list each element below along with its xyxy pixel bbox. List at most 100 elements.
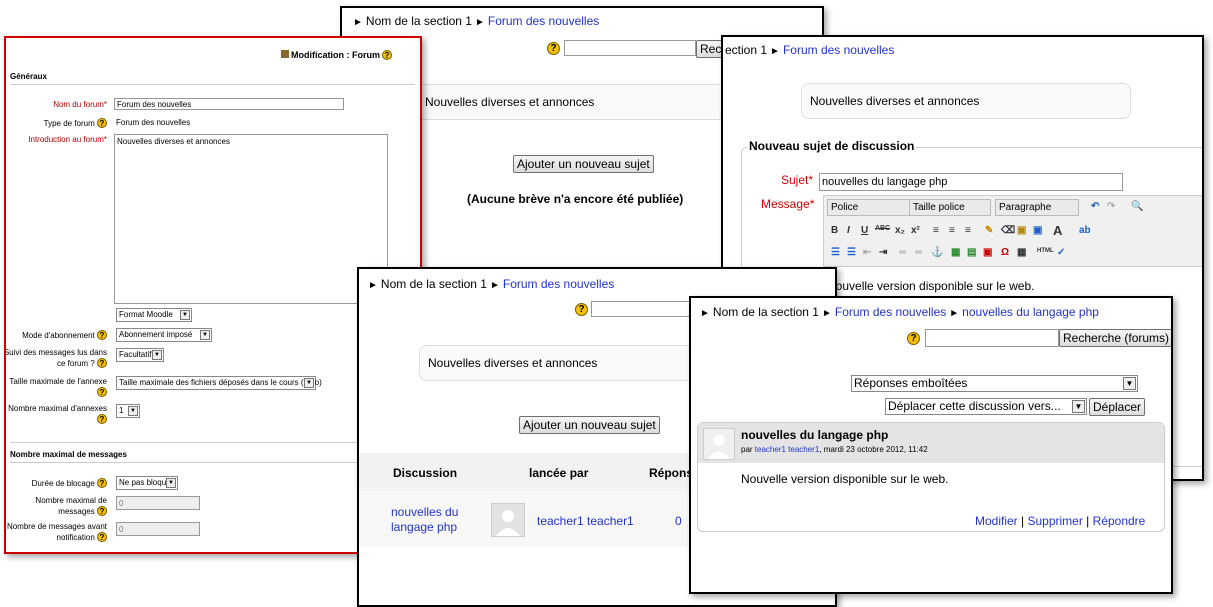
- max-messages-input[interactable]: 0: [116, 496, 200, 510]
- chevron-down-icon: ▼: [304, 378, 314, 388]
- avatar[interactable]: [491, 503, 525, 537]
- image-icon[interactable]: ▦: [951, 247, 960, 258]
- search-input[interactable]: [564, 40, 696, 56]
- triangle-icon: ►: [821, 308, 832, 319]
- empty-forum-message: (Aucune brève n'a encore été publiée): [467, 192, 684, 206]
- eraser-icon[interactable]: ⌫: [1001, 225, 1015, 236]
- chevron-down-icon: ▼: [1123, 377, 1136, 390]
- omega-icon[interactable]: Ω: [1001, 247, 1009, 258]
- help-icon[interactable]: ?: [97, 532, 107, 542]
- triangle-icon: ►: [700, 308, 710, 319]
- delete-post-link[interactable]: Supprimer: [1027, 514, 1082, 528]
- search-button[interactable]: Recherche (forums): [1059, 329, 1171, 347]
- help-icon[interactable]: ?: [97, 387, 107, 397]
- link-icon[interactable]: ∞: [899, 247, 906, 258]
- font-size-select[interactable]: Taille police: [909, 199, 991, 216]
- forum-intro-textarea[interactable]: Nouvelles diverses et annonces: [114, 134, 388, 304]
- new-topic-legend: Nouveau sujet de discussion: [747, 139, 917, 153]
- anchor-icon[interactable]: ⚓: [931, 247, 943, 258]
- help-icon[interactable]: ?: [97, 330, 107, 340]
- post-title: nouvelles du langage php: [741, 428, 889, 442]
- breadcrumb-forum-link[interactable]: Forum des nouvelles: [835, 305, 946, 319]
- bold-icon[interactable]: B: [831, 225, 838, 236]
- forum-type-label: Type de forum ?: [44, 118, 107, 128]
- superscript-icon[interactable]: x²: [911, 225, 920, 236]
- help-icon[interactable]: ?: [547, 42, 560, 55]
- undo-icon[interactable]: ↶: [1091, 201, 1099, 212]
- breadcrumb-forum-link[interactable]: Forum des nouvelles: [503, 277, 614, 291]
- breadcrumb-section[interactable]: Nom de la section 1: [713, 305, 819, 319]
- clean-icon[interactable]: ✎: [985, 225, 993, 236]
- help-icon[interactable]: ?: [575, 303, 588, 316]
- paste-word-icon[interactable]: ▣: [1033, 225, 1042, 236]
- discussion-replies-count[interactable]: 0: [675, 514, 682, 528]
- forum-type-value: Forum des nouvelles: [116, 118, 191, 127]
- paragraph-select[interactable]: Paragraphe: [995, 199, 1079, 216]
- align-center-icon[interactable]: ≡: [949, 225, 955, 236]
- subscription-mode-select[interactable]: Abonnement imposé ▼: [116, 328, 212, 342]
- subject-input[interactable]: nouvelles du langage php: [819, 173, 1123, 191]
- max-messages-label: Nombre maximal de messages ?: [35, 496, 107, 516]
- help-icon[interactable]: ?: [97, 506, 107, 516]
- help-icon[interactable]: ?: [97, 118, 107, 128]
- edit-post-link[interactable]: Modifier: [975, 514, 1018, 528]
- media-icon[interactable]: ▤: [967, 247, 976, 258]
- html-icon[interactable]: HTML: [1037, 248, 1054, 254]
- max-attachment-size-select[interactable]: Taille maximale des fichiers déposés dan…: [116, 376, 322, 390]
- italic-icon[interactable]: I: [847, 225, 850, 236]
- forum-name-input[interactable]: Forum des nouvelles: [114, 98, 344, 110]
- help-icon[interactable]: ?: [97, 478, 107, 488]
- discussion-title-link[interactable]: nouvelles du langage php: [391, 505, 458, 535]
- triangle-icon: ►: [949, 308, 960, 319]
- reply-post-link[interactable]: Répondre: [1093, 514, 1146, 528]
- breadcrumb-section[interactable]: ection 1: [725, 43, 767, 57]
- warning-count-input[interactable]: 0: [116, 522, 200, 536]
- spellcheck-icon[interactable]: ✓: [1057, 247, 1065, 258]
- font-select[interactable]: Police: [827, 199, 915, 216]
- text-color-icon[interactable]: A: [1053, 223, 1062, 238]
- breadcrumb-forum-link[interactable]: Forum des nouvelles: [783, 43, 894, 57]
- move-discussion-select[interactable]: Déplacer cette discussion vers... ▼: [885, 398, 1087, 415]
- move-button[interactable]: Déplacer: [1089, 398, 1146, 416]
- search-input[interactable]: [925, 329, 1059, 347]
- discussion-view-window: ► Nom de la section 1 ► Forum des nouvelles…: [689, 296, 1173, 594]
- find-icon[interactable]: 🔍: [1131, 201, 1143, 212]
- discussion-author-link[interactable]: teacher1 teacher1: [537, 514, 634, 528]
- max-attachments-select[interactable]: 1 ▼: [116, 404, 140, 418]
- breadcrumb-discussion-link[interactable]: nouvelles du langage php: [962, 305, 1099, 319]
- forum-intro-text: Nouvelles diverses et annonces: [810, 94, 980, 108]
- highlight-icon[interactable]: ab: [1079, 225, 1091, 236]
- breadcrumb-forum-link[interactable]: Forum des nouvelles: [488, 14, 599, 28]
- triangle-icon: ►: [770, 46, 780, 57]
- outdent-icon[interactable]: ⇤: [863, 247, 871, 258]
- help-icon[interactable]: ?: [97, 358, 107, 368]
- subscript-icon[interactable]: x₂: [895, 225, 905, 236]
- help-icon[interactable]: ?: [97, 414, 107, 424]
- bullet-list-icon[interactable]: ☰: [831, 247, 840, 258]
- moodle-media-icon[interactable]: ▣: [983, 247, 992, 258]
- underline-icon[interactable]: U: [861, 225, 868, 236]
- add-topic-button[interactable]: Ajouter un nouveau sujet: [513, 155, 654, 173]
- paste-icon[interactable]: ▣: [1017, 225, 1026, 236]
- numbered-list-icon[interactable]: ☰: [847, 247, 856, 258]
- display-mode-select[interactable]: Réponses emboîtées ▼: [851, 375, 1138, 392]
- redo-icon[interactable]: ↷: [1107, 201, 1115, 212]
- help-icon[interactable]: ?: [907, 332, 920, 345]
- read-tracking-select[interactable]: Facultatif ▼: [116, 348, 164, 362]
- align-right-icon[interactable]: ≡: [965, 225, 971, 236]
- table-icon[interactable]: ▦: [1017, 247, 1026, 258]
- warning-count-label: Nombre de messages avant notification ?: [6, 522, 107, 542]
- add-topic-button[interactable]: Ajouter un nouveau sujet: [519, 416, 660, 434]
- avatar[interactable]: [703, 428, 735, 460]
- indent-icon[interactable]: ⇥: [879, 247, 887, 258]
- align-left-icon[interactable]: ≡: [933, 225, 939, 236]
- breadcrumb: ection 1 ► Forum des nouvelles: [725, 43, 894, 57]
- breadcrumb-section[interactable]: Nom de la section 1: [366, 14, 472, 28]
- post-author-link[interactable]: teacher1 teacher1: [755, 445, 820, 454]
- blocking-duration-select[interactable]: Ne pas bloquer ▼: [116, 476, 178, 490]
- format-select[interactable]: Format Moodle ▼: [116, 308, 192, 322]
- strikethrough-icon[interactable]: ABC: [875, 225, 890, 232]
- unlink-icon[interactable]: ∞: [915, 247, 922, 258]
- help-icon[interactable]: ?: [382, 50, 392, 60]
- breadcrumb-section[interactable]: Nom de la section 1: [381, 277, 487, 291]
